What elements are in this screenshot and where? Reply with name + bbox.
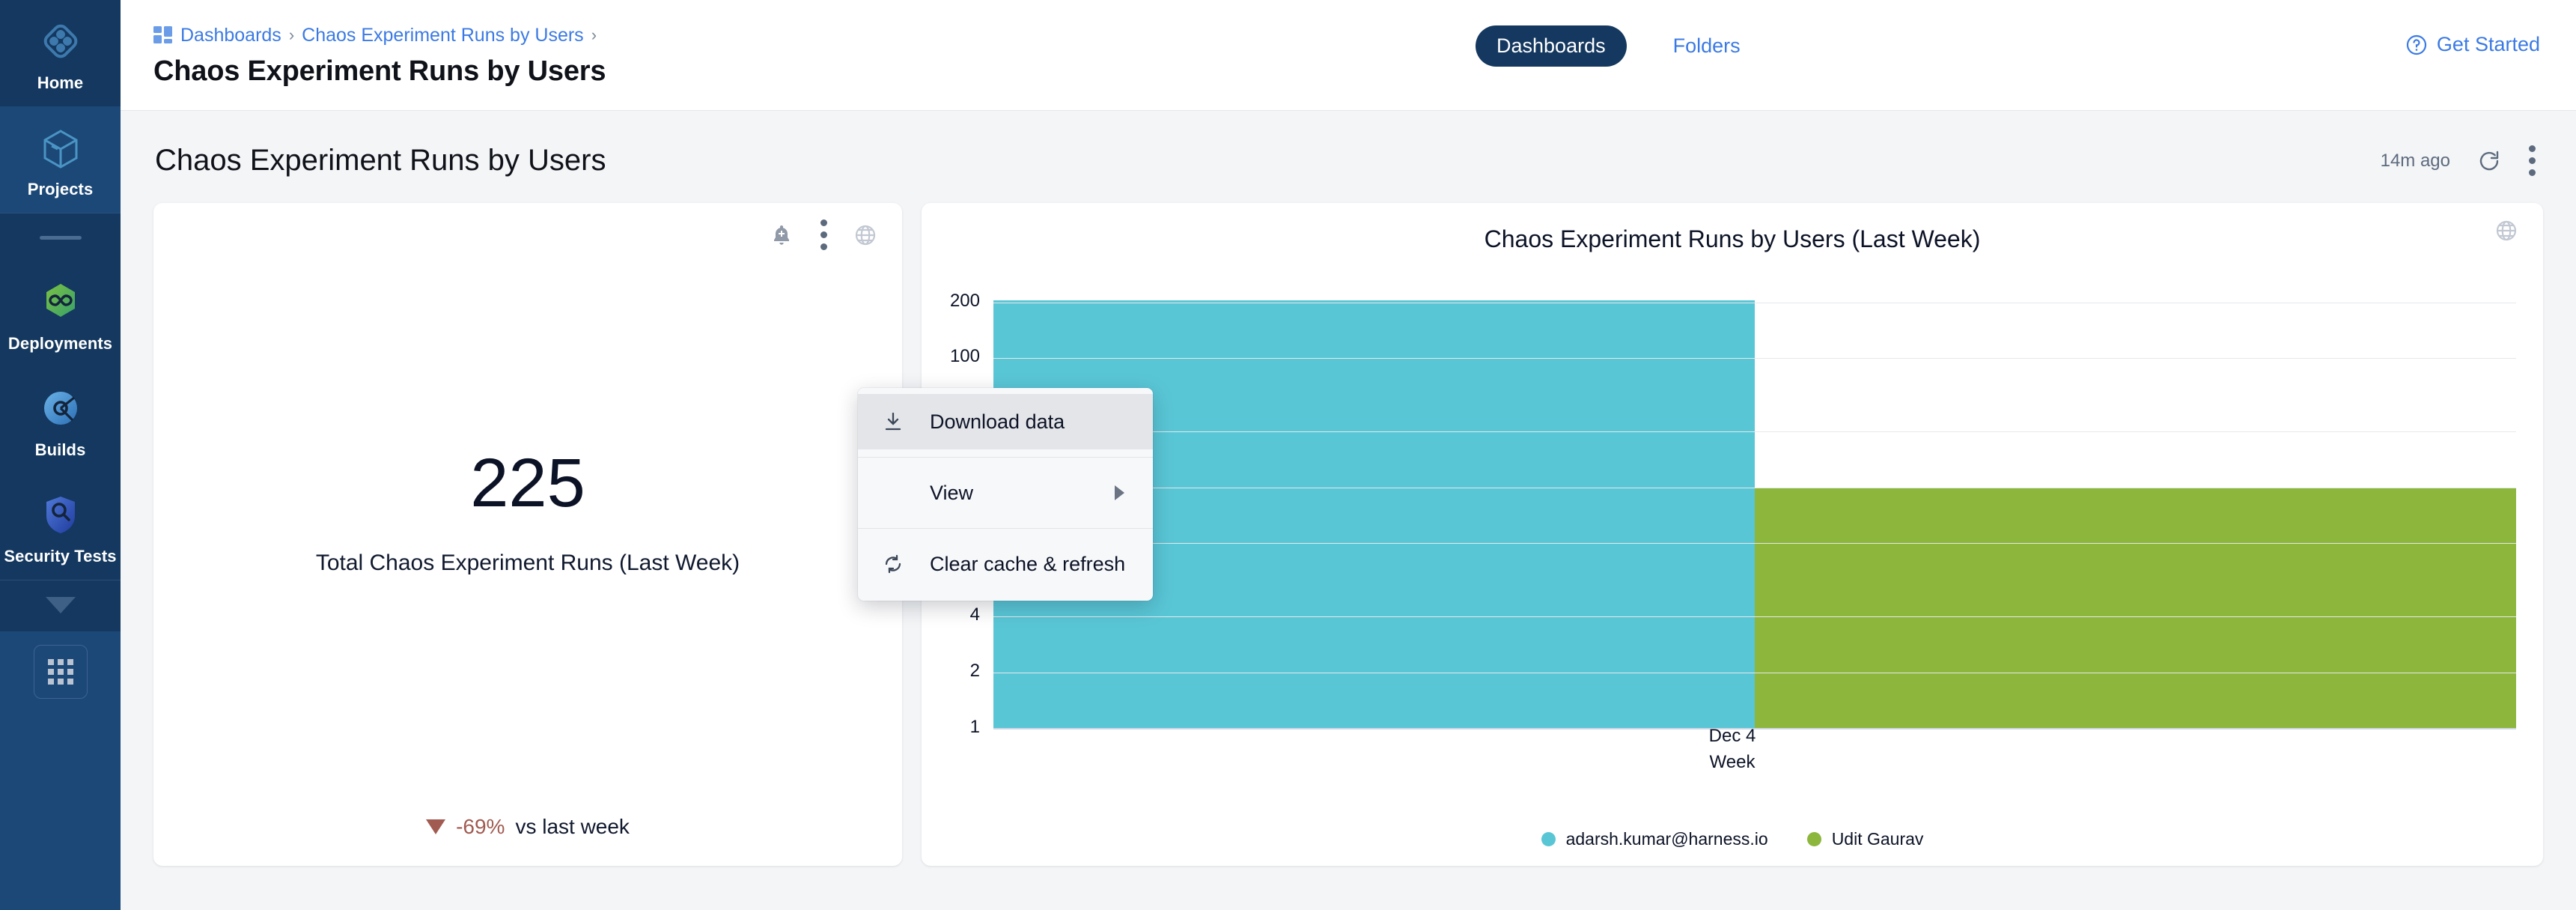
breadcrumb-link-dashboards[interactable]: Dashboards <box>180 25 281 46</box>
sidebar-item-projects[interactable]: Projects <box>0 106 121 213</box>
sidebar-item-label: Home <box>37 73 84 93</box>
y-tick-label: 100 <box>950 346 980 367</box>
dashboard-more-button[interactable] <box>2528 145 2536 176</box>
kpi-delta: -69% vs last week <box>153 815 902 839</box>
chart-legend: adarsh.kumar@harness.io Udit Gaurav <box>922 829 2543 849</box>
chart-title: Chaos Experiment Runs by Users (Last Wee… <box>922 203 2543 253</box>
header-left: Dashboards › Chaos Experiment Runs by Us… <box>121 22 606 88</box>
menu-separator-1 <box>858 457 1153 458</box>
y-gridline: 4 <box>993 616 2516 617</box>
legend-label: Udit Gaurav <box>1832 829 1924 849</box>
kpi-tile-toolbar <box>770 219 877 250</box>
legend-item[interactable]: Udit Gaurav <box>1807 829 1924 849</box>
chart-area: Chaos Experiment Runs 200100402010421 De… <box>922 267 2543 791</box>
sidebar-item-builds[interactable]: Builds <box>0 367 121 473</box>
legend-item[interactable]: adarsh.kumar@harness.io <box>1541 829 1768 849</box>
kpi-body: 225 Total Chaos Experiment Runs (Last We… <box>153 203 902 866</box>
cube-icon <box>39 126 82 169</box>
dashboard-header: Chaos Experiment Runs by Users 14m ago <box>153 111 2543 203</box>
tiles-row: 225 Total Chaos Experiment Runs (Last We… <box>153 203 2543 866</box>
header-tabs: Dashboards Folders <box>1476 25 1762 67</box>
sidebar-item-label: Deployments <box>8 334 112 354</box>
sidebar-item-security-tests[interactable]: Security Tests <box>0 473 121 580</box>
get-started-button[interactable]: Get Started <box>2405 33 2540 56</box>
refresh-cw-icon <box>880 554 906 574</box>
kebab-menu-icon <box>2528 145 2536 176</box>
sidebar-item-deployments[interactable]: Deployments <box>0 261 121 367</box>
menu-item-view[interactable]: View <box>858 465 1153 521</box>
breadcrumb: Dashboards › Chaos Experiment Runs by Us… <box>153 22 606 48</box>
kpi-tile: 225 Total Chaos Experiment Runs (Last We… <box>153 203 902 866</box>
tile-menu-button[interactable] <box>820 219 827 250</box>
sidebar-section-dash <box>40 236 82 240</box>
chevron-right-icon <box>1115 485 1124 500</box>
main-pane: Dashboards › Chaos Experiment Runs by Us… <box>121 0 2576 910</box>
deployments-infinity-icon <box>39 280 82 324</box>
sidebar-collapse-button[interactable] <box>0 580 121 631</box>
breadcrumb-separator: › <box>289 25 294 45</box>
sidebar-item-home[interactable]: Home <box>0 0 121 106</box>
y-gridline: 10 <box>993 543 2516 544</box>
last-refresh-label: 14m ago <box>2381 151 2450 172</box>
sidebar-item-label: Security Tests <box>4 547 116 566</box>
trend-down-icon <box>426 819 445 834</box>
chart-tile-toolbar <box>2495 219 2518 242</box>
kpi-delta-suffix: vs last week <box>515 815 630 839</box>
refresh-icon[interactable] <box>2477 149 2501 173</box>
kpi-delta-value: -69% <box>456 815 505 839</box>
top-header: Dashboards › Chaos Experiment Runs by Us… <box>121 0 2576 111</box>
shared-globe-icon[interactable] <box>2495 219 2518 242</box>
y-gridline: 100 <box>993 358 2516 359</box>
chart-bars <box>993 270 2516 728</box>
dashboard-content: Chaos Experiment Runs by Users 14m ago <box>121 111 2576 910</box>
bell-add-icon[interactable] <box>770 224 793 246</box>
y-tick-label: 2 <box>970 661 980 682</box>
breadcrumb-link-current[interactable]: Chaos Experiment Runs by Users <box>302 25 584 46</box>
sidebar-footer <box>0 631 121 910</box>
sidebar-item-label: Builds <box>35 440 86 460</box>
chevron-down-icon <box>46 597 76 613</box>
menu-item-download-data[interactable]: Download data <box>858 394 1153 449</box>
dashboards-grid-icon <box>153 26 173 44</box>
x-tick-label: Dec 4 <box>922 724 2543 750</box>
shared-globe-icon[interactable] <box>854 224 877 246</box>
tab-dashboards[interactable]: Dashboards <box>1476 25 1627 67</box>
menu-item-clear-cache-refresh[interactable]: Clear cache & refresh <box>858 536 1153 592</box>
builds-pie-icon <box>39 386 82 430</box>
chart-plot: 200100402010421 <box>993 270 2516 728</box>
dashboard-title: Chaos Experiment Runs by Users <box>155 144 606 178</box>
legend-color-dot <box>1541 832 1556 846</box>
chart-x-axis: Dec 4 Week <box>922 724 2543 776</box>
kpi-value: 225 <box>470 449 585 518</box>
chart-tile: Chaos Experiment Runs by Users (Last Wee… <box>922 203 2543 866</box>
tab-folders[interactable]: Folders <box>1652 25 1762 67</box>
chart-bar[interactable] <box>1755 488 2516 728</box>
page-title: Chaos Experiment Runs by Users <box>153 55 606 88</box>
legend-color-dot <box>1807 832 1821 846</box>
tile-context-menu: Download data View Cle <box>858 388 1153 601</box>
menu-separator-2 <box>858 528 1153 529</box>
main-sidebar: Home Projects <box>0 0 121 910</box>
help-circle-icon <box>2405 34 2428 56</box>
home-diamond-icon <box>39 19 82 63</box>
y-tick-label: 4 <box>970 604 980 625</box>
shield-search-icon <box>39 493 82 536</box>
get-started-label: Get Started <box>2437 33 2540 56</box>
y-tick-label: 200 <box>950 291 980 312</box>
apps-launcher-button[interactable] <box>34 645 88 699</box>
breadcrumb-separator-2: › <box>591 25 597 45</box>
menu-item-label: Download data <box>925 410 1065 434</box>
download-icon <box>880 412 906 431</box>
chart-x-axis-label: Week <box>922 750 2543 776</box>
menu-item-label: Clear cache & refresh <box>925 553 1125 576</box>
menu-item-label: View <box>925 482 973 505</box>
apps-grid-icon <box>48 659 73 685</box>
kebab-menu-icon <box>820 219 827 250</box>
app-root: Home Projects <box>0 0 2576 910</box>
sidebar-item-label: Projects <box>28 180 94 199</box>
legend-label: adarsh.kumar@harness.io <box>1566 829 1768 849</box>
dashboard-actions: 14m ago <box>2381 145 2543 176</box>
kpi-label: Total Chaos Experiment Runs (Last Week) <box>316 550 740 576</box>
y-gridline: 40 <box>993 431 2516 432</box>
